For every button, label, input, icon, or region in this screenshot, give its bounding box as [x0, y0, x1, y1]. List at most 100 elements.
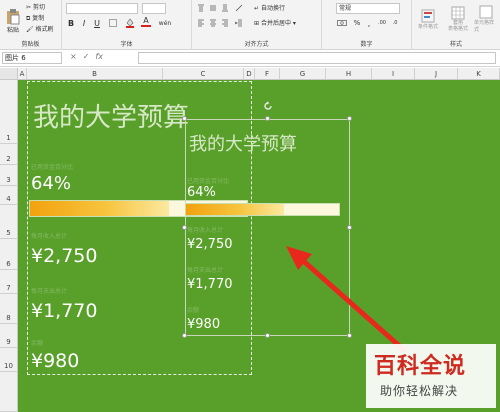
align-left-button[interactable]: [196, 18, 206, 28]
resize-handle-se[interactable]: [347, 333, 352, 338]
number-group-label: 数字: [360, 41, 373, 48]
cell-styles-button[interactable]: 单元格样式: [474, 2, 498, 36]
format-painter-label: 格式刷: [35, 26, 54, 33]
resize-handle-nw[interactable]: [182, 116, 187, 121]
column-header[interactable]: D: [244, 68, 255, 80]
number-format-combo[interactable]: 常规: [336, 3, 400, 14]
left-card-title: 我的大学预算: [33, 103, 190, 133]
column-header[interactable]: H: [326, 68, 372, 80]
left-card-label3: 余额: [31, 340, 44, 347]
bottom-align-button[interactable]: [220, 3, 230, 13]
column-header[interactable]: F: [255, 68, 280, 80]
left-card-label1: 每月收入总计: [31, 233, 68, 240]
resize-handle-w[interactable]: [182, 225, 187, 230]
align-center-button[interactable]: [208, 18, 218, 28]
resize-handle-s[interactable]: [265, 333, 270, 338]
left-progress-fill: [30, 201, 169, 216]
border-button[interactable]: [108, 18, 118, 28]
font-color-button[interactable]: A: [140, 16, 152, 28]
right-card-pct-value: 64%: [187, 185, 216, 200]
row-header[interactable]: 4: [0, 186, 18, 205]
decrease-decimal-button[interactable]: .0: [389, 18, 401, 28]
increase-decimal-button[interactable]: .00: [376, 18, 388, 28]
row-header[interactable]: 2: [0, 144, 18, 165]
right-card-pct-caption: 已用资金百分比: [187, 178, 230, 185]
align-right-button[interactable]: [220, 18, 230, 28]
merge-center-button[interactable]: ⊞ 合并后居中 ▾: [254, 18, 296, 27]
right-card-label1: 每月收入总计: [187, 227, 224, 234]
fill-color-icon: [126, 18, 134, 28]
rotate-handle-icon[interactable]: [263, 101, 273, 111]
column-header[interactable]: A: [18, 68, 27, 80]
right-card-value3: ¥980: [187, 317, 221, 332]
copy-label: 复制: [32, 15, 45, 22]
percent-button[interactable]: %: [352, 18, 362, 28]
comma-button[interactable]: ,: [364, 18, 374, 28]
middle-align-button[interactable]: [208, 3, 218, 13]
italic-button[interactable]: I: [79, 18, 89, 28]
font-name-combo[interactable]: [66, 3, 138, 14]
currency-icon: [337, 20, 347, 26]
indent-button[interactable]: [234, 18, 244, 28]
bold-button[interactable]: B: [66, 18, 76, 28]
phonetic-button[interactable]: wén: [158, 18, 172, 28]
row-header[interactable]: 5: [0, 205, 18, 239]
indent-icon: [235, 19, 242, 27]
row-header[interactable]: 7: [0, 270, 18, 294]
middle-align-icon: [210, 5, 216, 11]
resize-handle-ne[interactable]: [347, 116, 352, 121]
enter-formula-button[interactable]: ✓: [83, 52, 96, 61]
row-header[interactable]: 8: [0, 294, 18, 324]
copy-button[interactable]: ⧉ 复制: [26, 13, 44, 23]
column-header[interactable]: K: [458, 68, 500, 80]
currency-button[interactable]: [336, 18, 348, 28]
paste-button[interactable]: 粘贴: [2, 4, 24, 38]
left-card-pct-value: 64%: [31, 173, 72, 194]
formula-input[interactable]: [138, 52, 496, 64]
orientation-icon: [235, 4, 243, 12]
cancel-formula-button[interactable]: ×: [70, 52, 83, 61]
left-card-label2: 每月支出总计: [31, 288, 68, 295]
row-header[interactable]: 9: [0, 324, 18, 348]
name-box[interactable]: 图片 6: [2, 52, 62, 64]
conditional-format-button[interactable]: 条件格式: [414, 2, 442, 36]
align-center-icon: [210, 19, 216, 27]
formula-buttons: ×✓fx: [70, 52, 103, 61]
phonetic-label: wén: [158, 19, 172, 27]
column-header[interactable]: I: [372, 68, 415, 80]
font-size-combo[interactable]: [142, 3, 166, 14]
row-header[interactable]: 10: [0, 348, 18, 372]
cut-label: 剪切: [32, 4, 45, 11]
alignment-group-label: 对齐方式: [244, 41, 269, 48]
paste-label: 粘贴: [6, 26, 19, 34]
wrap-text-button[interactable]: ↵ 自动换行: [254, 3, 285, 12]
styles-group-label: 样式: [449, 41, 462, 48]
column-header[interactable]: C: [163, 68, 244, 80]
select-all-corner[interactable]: [0, 68, 18, 80]
column-header[interactable]: G: [280, 68, 326, 80]
cut-button[interactable]: ✂ 剪切: [26, 2, 45, 11]
budget-card-right[interactable]: 我的大学预算 已用资金百分比 64% 每月收入总计 ¥2,750 每月支出总计 …: [182, 101, 352, 338]
top-align-button[interactable]: [196, 3, 206, 13]
row-header[interactable]: 1: [0, 80, 18, 144]
resize-handle-n[interactable]: [265, 116, 270, 121]
table-format-button[interactable]: 套用 表格格式: [444, 2, 472, 36]
cell-styles-label: 单元格样式: [474, 20, 495, 33]
column-header[interactable]: B: [27, 68, 163, 80]
left-card-value1: ¥2,750: [31, 245, 98, 267]
row-header[interactable]: 3: [0, 165, 18, 186]
format-painter-button[interactable]: 🖌 格式刷: [26, 24, 54, 33]
border-icon: [109, 19, 117, 27]
fill-color-button[interactable]: [124, 18, 136, 28]
conditional-format-label: 条件格式: [417, 23, 438, 30]
clipboard-group-label: 剪贴板: [21, 41, 40, 48]
row-header[interactable]: 6: [0, 239, 18, 270]
resize-handle-e[interactable]: [347, 225, 352, 230]
bottom-align-icon: [222, 4, 228, 12]
insert-function-button[interactable]: fx: [95, 52, 103, 61]
underline-button[interactable]: U: [92, 18, 102, 28]
resize-handle-sw[interactable]: [182, 333, 187, 338]
orientation-button[interactable]: [234, 3, 244, 13]
paste-icon: [7, 8, 20, 24]
column-header[interactable]: J: [415, 68, 458, 80]
